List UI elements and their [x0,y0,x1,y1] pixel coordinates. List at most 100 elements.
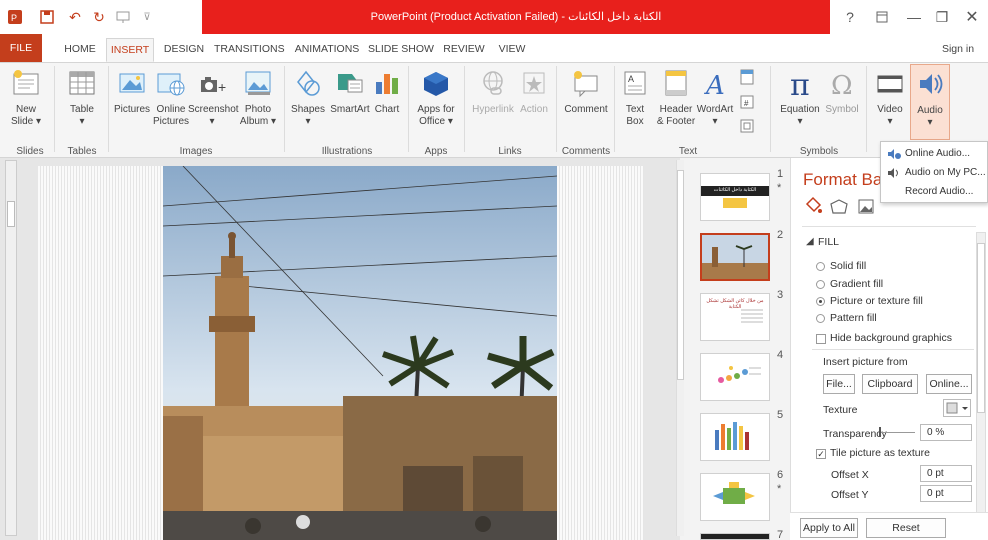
slide4-diagram [718,366,761,383]
smartart-button[interactable]: SmartArt [326,64,374,140]
tab-insert[interactable]: INSERT [106,38,154,62]
redo-icon[interactable]: ↻ [88,6,110,28]
thumbnails-scroll-thumb[interactable] [677,170,684,380]
apps-for-office-button[interactable]: Apps for Office ▾ [412,64,460,140]
table-button[interactable]: Table ▾ [60,64,104,140]
tab-file[interactable]: FILE [0,34,42,62]
shapes-button[interactable]: Shapes ▾ [288,64,328,140]
reset-background-button[interactable]: Reset Background [866,518,946,538]
hide-graphics-label[interactable]: Hide background graphics [830,332,952,344]
picture-fill-radio[interactable] [816,297,825,306]
slide-thumbnail-2[interactable] [700,233,770,281]
offset-x-input[interactable]: 0 pt [920,465,972,482]
group-divider [556,66,557,152]
restore-icon[interactable]: ❐ [926,0,958,34]
new-slide-button[interactable]: New Slide ▾ [4,64,48,140]
pictures-button[interactable]: Pictures [112,64,152,140]
transparency-slider-thumb[interactable] [879,427,881,437]
hyperlink-button[interactable]: Hyperlink [468,64,518,140]
ribbon-display-icon[interactable] [866,0,898,34]
screenshot-button[interactable]: + Screenshot ▾ [188,64,239,140]
pane-scroll-thumb[interactable] [977,243,985,413]
shapes-dropdown: ▾ [305,116,311,127]
online-pictures-button[interactable]: Online Pictures [150,64,192,140]
screenshot-icon: + [201,77,226,95]
online-button[interactable]: Online... [926,374,972,394]
tile-checkbox[interactable]: ✓ [816,449,826,459]
comment-button[interactable]: Comment [560,64,612,140]
transparency-input[interactable]: 0 % [920,424,972,441]
texture-picker[interactable] [943,399,971,417]
title-bar: P ↶ ↻ ⊽ PowerPoint (Product Activation F… [0,0,988,34]
slide-number-4: 4 [777,349,784,361]
new-slide-label-2: Slide ▾ [10,116,42,127]
text-box-button[interactable]: A Text Box [618,64,652,140]
wordart-label: WordArt [696,104,734,115]
slide-thumbnail-7[interactable] [700,533,770,540]
pattern-fill-radio[interactable] [816,314,825,323]
tab-home[interactable]: HOME [60,38,100,62]
slide-number-1: 1 [777,168,784,180]
apply-to-all-button[interactable]: Apply to All [800,518,858,538]
file-button[interactable]: File... [823,374,855,394]
sign-in-link[interactable]: Sign in [938,38,978,62]
solid-fill-label[interactable]: Solid fill [830,260,866,272]
close-icon[interactable]: ✕ [956,0,988,34]
collapse-fill-icon[interactable]: ◢ [806,236,814,247]
pane-scrollbar[interactable] [976,232,986,538]
slide-thumbnail-4[interactable] [700,353,770,401]
transparency-slider[interactable] [879,432,915,433]
action-button[interactable]: Action [516,64,552,140]
video-dropdown: ▾ [887,116,893,127]
shapes-label: Shapes [291,104,325,115]
symbol-button[interactable]: Ω Symbol [822,64,862,140]
photo-album-button[interactable]: Photo Album ▾ [236,64,280,140]
chart-button[interactable]: Chart [372,64,402,140]
slide5-bar-graphic [715,422,749,450]
tab-transitions[interactable]: TRANSITIONS [214,38,285,62]
small-text-buttons: # [738,68,758,138]
clipboard-button[interactable]: Clipboard [862,374,918,394]
editor-vertical-scrollbar[interactable] [5,160,17,536]
powerpoint-window: { "window": { "title": "PowerPoint (Prod… [0,0,988,540]
tab-view[interactable]: VIEW [494,38,530,62]
tab-animations[interactable]: ANIMATIONS [292,38,362,62]
shapes-icon [297,70,320,96]
background-photo[interactable] [163,166,557,540]
picture-fill-label[interactable]: Picture or texture fill [830,295,923,307]
gradient-fill-label[interactable]: Gradient fill [830,278,883,290]
offset-y-input[interactable]: 0 pt [920,485,972,502]
header-footer-button[interactable]: Header & Footer [652,64,700,140]
save-icon[interactable] [36,6,58,28]
table-icon [69,71,95,95]
slide-thumbnail-6[interactable] [700,473,770,521]
slide-thumbnail-5[interactable] [700,413,770,461]
slide6-shape [713,482,755,504]
undo-icon[interactable]: ↶ [64,6,86,28]
menu-item-online-audio[interactable]: Online Audio... [905,148,970,159]
solid-fill-radio[interactable] [816,262,825,271]
date-time-icon[interactable]: # [738,68,758,138]
tab-design[interactable]: DESIGN [160,38,208,62]
scroll-thumb[interactable] [7,201,15,227]
fill-section-header[interactable]: FILL [818,236,839,248]
tab-slide-show[interactable]: SLIDE SHOW [368,38,434,62]
menu-item-audio-on-pc[interactable]: Audio on My PC... [905,167,986,178]
slide-thumbnail-3[interactable]: من خلال كائن الشكل تشكل الكتابة [700,293,770,341]
wordart-button[interactable]: A WordArt ▾ [696,64,734,140]
slide-thumbnail-1[interactable]: الكتابة داخل الكائنات [700,173,770,221]
pattern-fill-label[interactable]: Pattern fill [830,312,877,324]
tile-label[interactable]: Tile picture as texture [830,447,930,459]
start-slideshow-icon[interactable] [112,6,134,28]
header-footer-icon [665,70,687,96]
hide-graphics-checkbox[interactable] [816,334,826,344]
customize-toolbar-icon[interactable]: ⊽ [136,6,158,28]
equation-button[interactable]: π Equation ▾ [776,64,824,140]
gradient-fill-radio[interactable] [816,280,825,289]
video-button[interactable]: Video ▾ [872,64,908,140]
help-button[interactable]: ? [834,0,866,34]
audio-button[interactable]: Audio ▾ [910,64,950,140]
menu-item-record-audio[interactable]: Record Audio... [905,186,973,197]
thumbnails-scrollbar[interactable] [676,160,684,536]
tab-review[interactable]: REVIEW [440,38,488,62]
